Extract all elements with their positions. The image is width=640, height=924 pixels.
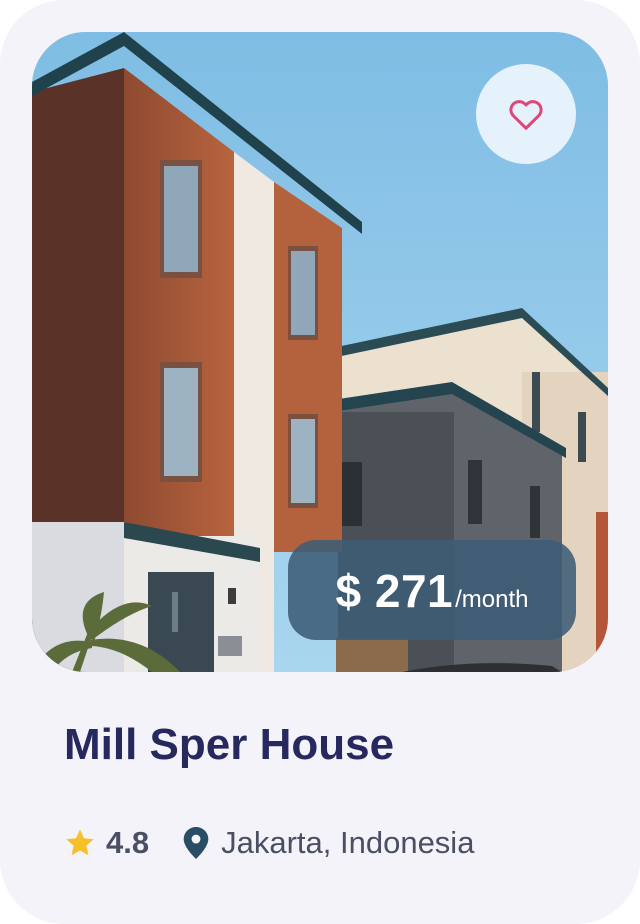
map-pin-icon [183,827,209,859]
price-amount: $ 271 [335,565,454,617]
price-badge: $ 271 /month [288,540,576,640]
favorite-button[interactable] [476,64,576,164]
price-unit: /month [455,586,529,613]
property-meta: 4.8 Jakarta, Indonesia [64,820,474,866]
location-text: Jakarta, Indonesia [221,825,475,860]
property-title: Mill Sper House [64,720,395,769]
heart-icon [509,100,543,130]
star-icon [66,829,94,856]
property-card[interactable]: $ 271 /month Mill Sper House 4.8 Jakarta… [0,0,640,924]
rating-value: 4.8 [106,825,150,860]
